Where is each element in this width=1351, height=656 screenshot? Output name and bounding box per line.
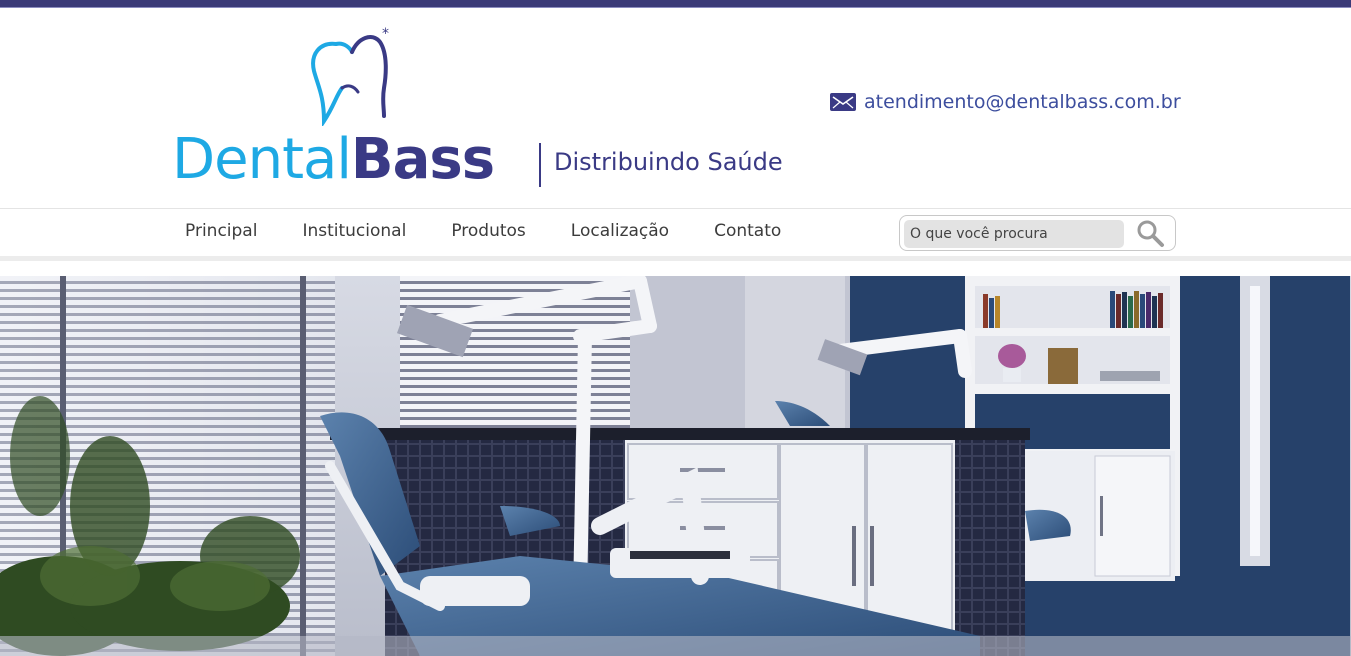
search-box [899,215,1176,251]
top-accent-line [0,7,1351,8]
magnifier-icon[interactable] [1135,218,1165,248]
main-navigation: Principal Institucional Produtos Localiz… [0,208,1351,257]
logo-divider [539,143,541,187]
email-link[interactable]: atendimento@dentalbass.com.br [864,91,1181,113]
svg-text:*: * [382,26,389,42]
logo-word-bass: Bass [350,127,495,192]
logo-slogan: Distribuindo Saúde [554,148,783,176]
site-logo[interactable]: * DentalBass Distribuindo Saúde [172,26,792,196]
nav-item-produtos[interactable]: Produtos [451,221,525,241]
tooth-logo-icon: * [311,26,389,126]
hero-banner [0,276,1351,656]
logo-wordmark: DentalBass [172,127,495,192]
dental-office-image [0,276,1351,656]
nav-item-principal[interactable]: Principal [185,221,257,241]
logo-word-dental: Dental [172,127,352,192]
nav-item-contato[interactable]: Contato [714,221,781,241]
nav-item-institucional[interactable]: Institucional [302,221,406,241]
nav-menu: Principal Institucional Produtos Localiz… [185,221,826,241]
nav-item-localizacao[interactable]: Localização [571,221,669,241]
contact-email: atendimento@dentalbass.com.br [830,88,1181,116]
nav-shadow [0,256,1351,261]
search-input[interactable] [904,220,1124,248]
mail-icon [830,93,856,111]
top-accent-bar [0,0,1351,7]
